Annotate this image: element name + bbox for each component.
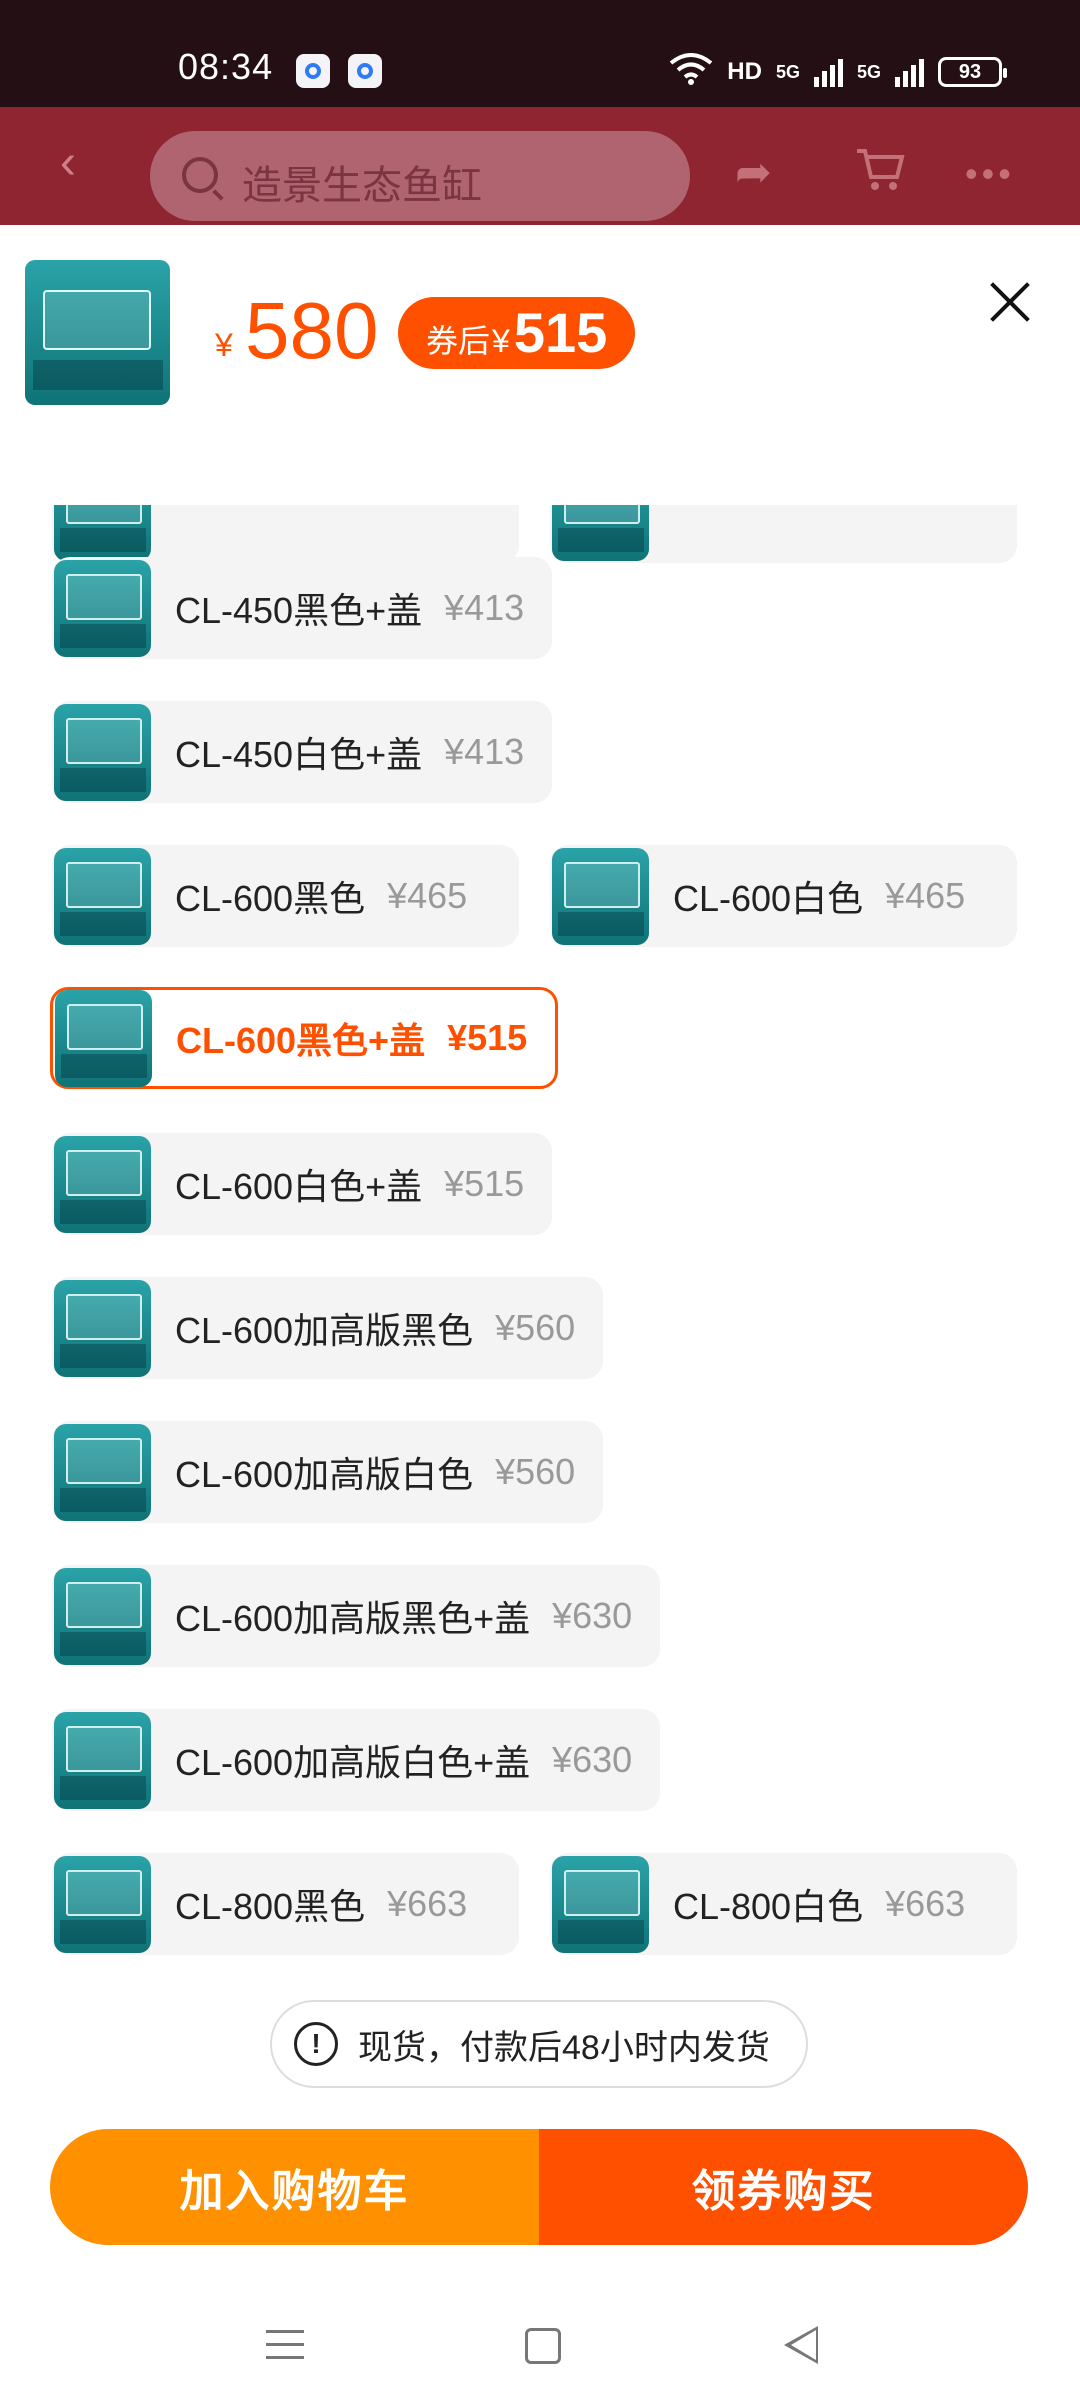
back-icon[interactable]: ‹	[60, 139, 100, 187]
sku-option[interactable]: CL-800白色 ¥663	[550, 1853, 1017, 1955]
sku-price: ¥465	[885, 875, 966, 916]
sku-option[interactable]: CL-600加高版黑色 ¥560	[52, 1277, 604, 1379]
app-notification-icon	[296, 54, 330, 88]
hd-icon: HD	[727, 58, 762, 85]
sku-thumbnail	[54, 703, 151, 801]
app-notification-icon	[348, 54, 382, 88]
sku-option-partial[interactable]	[550, 505, 1017, 563]
sku-price: ¥515	[447, 1017, 528, 1058]
sku-name: CL-450黑色+盖	[175, 590, 423, 631]
sku-name: CL-800白色	[673, 1886, 864, 1927]
buy-with-coupon-button[interactable]: 领券购买	[539, 2129, 1028, 2245]
status-bar: 08:34 HD 5G 5G 93	[0, 0, 1080, 107]
shipping-notice: ! 现货，付款后48小时内发货	[270, 2000, 808, 2088]
sku-price: ¥663	[387, 1883, 468, 1924]
sku-name: CL-450白色+盖	[175, 734, 423, 775]
sku-option-selected[interactable]: CL-600黑色+盖 ¥515	[50, 987, 559, 1089]
sku-name: CL-600黑色+盖	[176, 1020, 426, 1061]
sku-name: CL-600加高版白色+盖	[175, 1742, 531, 1783]
exclamation-icon: !	[294, 2022, 338, 2066]
price-currency: ¥	[215, 327, 233, 363]
network-type-icon: 5G	[856, 61, 881, 82]
system-nav-bar	[0, 2290, 1080, 2400]
price-value: 580	[245, 286, 379, 375]
shipping-notice-text: 现货，付款后48小时内发货	[358, 2028, 770, 2067]
add-to-cart-button[interactable]: 加入购物车	[50, 2129, 539, 2245]
cart-icon[interactable]	[855, 147, 905, 202]
sku-thumbnail	[54, 847, 151, 945]
top-nav-dimmed: ‹ 造景生态鱼缸 ➦ •••	[0, 107, 1080, 225]
signal-icon	[813, 57, 843, 87]
sku-option-partial[interactable]	[52, 505, 519, 563]
close-icon[interactable]	[988, 280, 1032, 324]
sku-price: ¥630	[552, 1595, 633, 1636]
product-thumbnail[interactable]	[25, 260, 170, 405]
sku-price: ¥560	[495, 1307, 576, 1348]
sku-name: CL-600加高版白色	[175, 1454, 474, 1495]
signal-icon	[895, 57, 924, 87]
sku-option[interactable]: CL-600白色+盖 ¥515	[52, 1133, 553, 1235]
sku-thumbnail	[552, 1855, 649, 1953]
status-icons: HD 5G 5G 93	[669, 50, 1007, 94]
sku-option[interactable]: CL-600加高版白色 ¥560	[52, 1421, 604, 1523]
wifi-icon	[669, 52, 713, 92]
sku-name: CL-600白色	[673, 878, 864, 919]
sku-name: CL-800黑色	[175, 1886, 366, 1927]
sku-thumbnail	[552, 847, 649, 945]
sku-thumbnail	[54, 1711, 151, 1809]
sku-thumbnail	[54, 559, 151, 657]
sku-name: CL-600加高版黑色	[175, 1310, 474, 1351]
sku-option[interactable]: CL-600白色 ¥465	[550, 845, 1017, 947]
sku-option[interactable]: CL-450白色+盖 ¥413	[52, 701, 553, 803]
coupon-price-badge: 券后 ¥ 515	[398, 297, 636, 369]
sku-price: ¥413	[444, 731, 525, 772]
sku-price: ¥663	[885, 1883, 966, 1924]
search-bar[interactable]: 造景生态鱼缸	[150, 131, 690, 221]
sku-thumbnail	[54, 1279, 151, 1377]
sku-option[interactable]: CL-600黑色 ¥465	[52, 845, 519, 947]
menu-icon[interactable]	[266, 2330, 304, 2360]
more-icon[interactable]: •••	[965, 153, 1015, 195]
sku-price: ¥515	[444, 1163, 525, 1204]
sku-option[interactable]: CL-600加高版白色+盖 ¥630	[52, 1709, 661, 1811]
home-icon[interactable]	[525, 2328, 561, 2364]
coupon-currency: ¥	[492, 323, 510, 359]
sku-option[interactable]: CL-800黑色 ¥663	[52, 1853, 519, 1955]
sku-name: CL-600白色+盖	[175, 1166, 423, 1207]
network-type-icon: 5G	[775, 61, 800, 82]
action-buttons: 加入购物车 领券购买	[50, 2129, 1028, 2245]
coupon-price: 515	[513, 301, 608, 364]
sku-price: ¥413	[444, 587, 525, 628]
back-triangle-icon[interactable]	[784, 2326, 818, 2364]
sku-option[interactable]: CL-450黑色+盖 ¥413	[52, 557, 553, 659]
sku-price: ¥560	[495, 1451, 576, 1492]
search-icon	[182, 157, 218, 193]
sku-thumbnail	[54, 1135, 151, 1233]
sku-option-list[interactable]: CL-450黑色+盖 ¥413 CL-450白色+盖 ¥413 CL-600黑色…	[0, 505, 1080, 2205]
sku-option[interactable]: CL-600加高版黑色+盖 ¥630	[52, 1565, 661, 1667]
sku-thumbnail	[54, 1855, 151, 1953]
battery-icon: 93	[938, 57, 1007, 87]
search-text: 造景生态鱼缸	[242, 164, 482, 208]
sku-name: CL-600加高版黑色+盖	[175, 1598, 531, 1639]
sku-thumbnail	[55, 989, 152, 1087]
coupon-label: 券后	[426, 323, 491, 359]
status-time: 08:34	[178, 46, 274, 87]
sku-thumbnail	[54, 1567, 151, 1665]
sku-price: ¥465	[387, 875, 468, 916]
sku-name: CL-600黑色	[175, 878, 366, 919]
share-icon[interactable]: ➦	[735, 147, 772, 198]
sku-thumbnail	[54, 1423, 151, 1521]
sku-price: ¥630	[552, 1739, 633, 1780]
